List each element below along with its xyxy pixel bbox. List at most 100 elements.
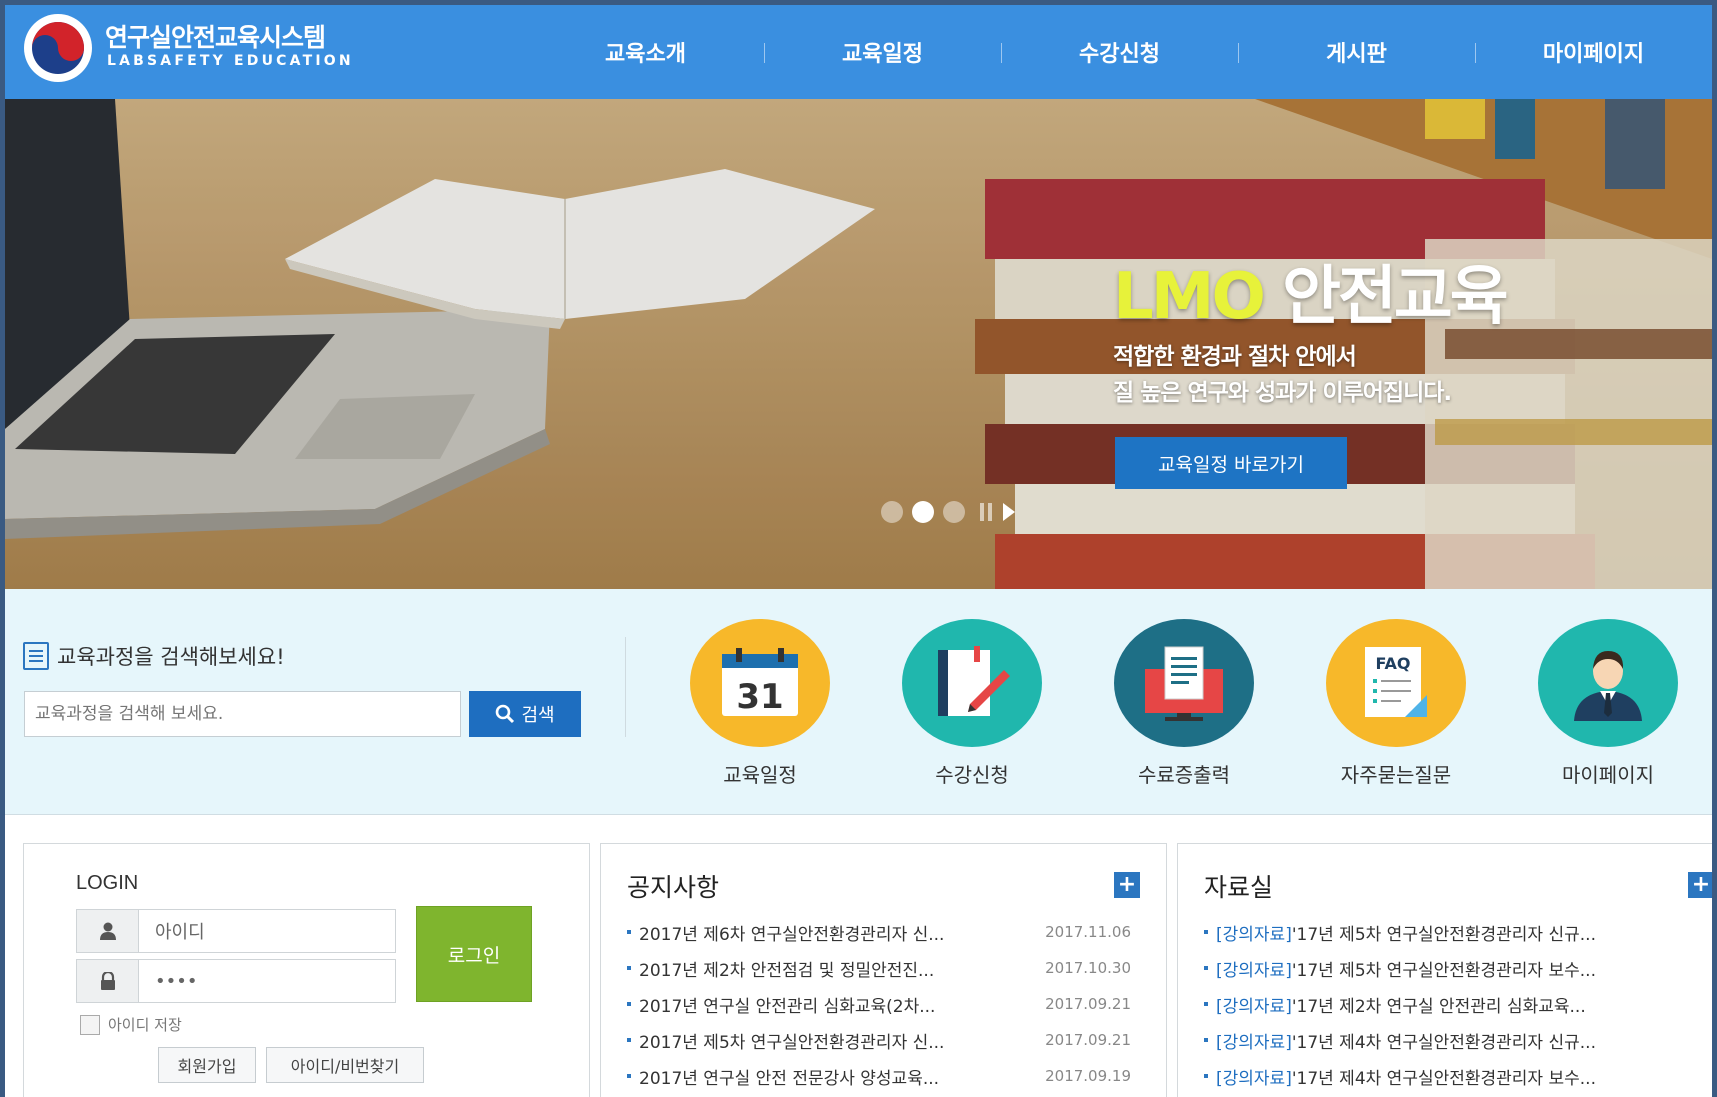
library-item[interactable]: [강의자료] '17년 제5차 연구실안전환경관리자 신규... bbox=[1204, 914, 1596, 950]
quick-menu-band: 교육과정을 검색해보세요! 검색 31 교육일정 bbox=[5, 589, 1712, 815]
library-item[interactable]: [강의자료] '17년 제4차 연구실안전환경관리자 보수... bbox=[1204, 1058, 1596, 1094]
quick-link-certificate-label: 수료증출력 bbox=[1138, 763, 1230, 787]
site-header: 연구실안전교육시스템 LABSAFETY EDUCATION 교육소개 교육일정… bbox=[5, 5, 1712, 99]
notice-item-date: 2017.11.06 bbox=[1045, 923, 1131, 941]
remember-id-checkbox[interactable] bbox=[80, 1014, 100, 1035]
quick-link-schedule[interactable]: 31 교육일정 bbox=[680, 619, 840, 788]
nav-item-schedule[interactable]: 교육일정 bbox=[764, 5, 1001, 99]
quick-link-mypage[interactable]: 마이페이지 bbox=[1528, 619, 1688, 788]
government-emblem-logo[interactable] bbox=[23, 13, 93, 83]
course-search-input[interactable] bbox=[24, 691, 461, 737]
document-list-icon bbox=[23, 642, 49, 670]
remember-id[interactable]: 아이디 저장 bbox=[80, 1014, 182, 1035]
notice-item-title[interactable]: 2017년 제5차 연구실안전환경관리자 신... bbox=[639, 1028, 1039, 1053]
bullet bbox=[1204, 930, 1208, 934]
login-panel: LOGIN 아이디 •••• 로그인 아이디 저장 회원가입 아이디/비번찾기 bbox=[23, 843, 590, 1097]
quick-link-registration-label: 수강신청 bbox=[935, 763, 1009, 787]
quick-link-schedule-label: 교육일정 bbox=[723, 763, 797, 787]
library-item[interactable]: [강의자료] '17년 제4차 연구실안전환경관리자 신규... bbox=[1204, 1022, 1596, 1058]
course-search-button-label: 검색 bbox=[521, 705, 555, 726]
quick-link-faq[interactable]: FAQ 자주묻는질문 bbox=[1316, 619, 1476, 788]
hero-desc-line2: 질 높은 연구와 성과가 이루어집니다. bbox=[1113, 380, 1452, 406]
library-item-title[interactable]: '17년 제4차 연구실안전환경관리자 신규... bbox=[1292, 1028, 1596, 1053]
library-more-button[interactable]: + bbox=[1688, 872, 1712, 898]
nav-item-registration[interactable]: 수강신청 bbox=[1001, 5, 1238, 99]
search-icon bbox=[496, 704, 515, 724]
schedule-shortcut-button[interactable]: 교육일정 바로가기 bbox=[1115, 437, 1347, 489]
notice-item-date: 2017.09.19 bbox=[1045, 1067, 1131, 1085]
lock-icon bbox=[77, 960, 139, 1002]
site-title[interactable]: 연구실안전교육시스템 bbox=[105, 18, 326, 54]
bullet bbox=[627, 930, 631, 934]
slide-dot-2[interactable] bbox=[912, 501, 934, 523]
login-id-value[interactable]: 아이디 bbox=[139, 910, 395, 952]
calendar-day: 31 bbox=[736, 677, 783, 717]
notice-item[interactable]: 2017년 제2차 안전점검 및 정밀안전진... 2017.10.30 bbox=[627, 950, 1131, 986]
nav-item-intro[interactable]: 교육소개 bbox=[527, 5, 764, 99]
bullet bbox=[1204, 966, 1208, 970]
login-password-value[interactable]: •••• bbox=[139, 960, 395, 1002]
calendar-icon: 31 bbox=[690, 619, 830, 747]
page: 연구실안전교육시스템 LABSAFETY EDUCATION 교육소개 교육일정… bbox=[5, 5, 1712, 1097]
notice-item-date: 2017.09.21 bbox=[1045, 995, 1131, 1013]
slide-dot-3[interactable] bbox=[943, 501, 965, 523]
hero-desc-line1: 적합한 환경과 절차 안에서 bbox=[1113, 344, 1357, 370]
remember-id-label: 아이디 저장 bbox=[108, 1016, 182, 1034]
hero-title: LMO 안전교육 bbox=[1113, 245, 1509, 337]
signup-button[interactable]: 회원가입 bbox=[158, 1047, 256, 1083]
pause-icon[interactable] bbox=[980, 503, 994, 521]
library-item-tag: [강의자료] bbox=[1216, 924, 1292, 945]
quick-link-certificate[interactable]: 수료증출력 bbox=[1104, 619, 1264, 788]
notice-item[interactable]: 2017년 연구실 안전 전문강사 양성교육... 2017.09.19 bbox=[627, 1058, 1131, 1094]
course-search-button[interactable]: 검색 bbox=[469, 691, 581, 737]
notice-list: 2017년 제6차 연구실안전환경관리자 신... 2017.11.06 2017… bbox=[627, 914, 1131, 1094]
site-subtitle: LABSAFETY EDUCATION bbox=[107, 53, 354, 69]
library-item-tag: [강의자료] bbox=[1216, 1068, 1292, 1089]
user-icon bbox=[77, 910, 139, 952]
bullet bbox=[627, 1038, 631, 1042]
library-panel: 자료실 + [강의자료] '17년 제5차 연구실안전환경관리자 신규... [강… bbox=[1177, 843, 1712, 1097]
library-item-title[interactable]: '17년 제4차 연구실안전환경관리자 보수... bbox=[1292, 1064, 1596, 1089]
bullet bbox=[1204, 1002, 1208, 1006]
slide-dot-1[interactable] bbox=[881, 501, 903, 523]
notice-item-title[interactable]: 2017년 연구실 안전관리 심화교육(2차... bbox=[639, 992, 1039, 1017]
library-item-title[interactable]: '17년 제2차 연구실 안전관리 심화교육... bbox=[1292, 992, 1586, 1017]
faq-icon: FAQ bbox=[1326, 619, 1466, 747]
notice-item-title[interactable]: 2017년 제2차 안전점검 및 정밀안전진... bbox=[639, 956, 1039, 981]
bullet bbox=[1204, 1074, 1208, 1078]
library-item[interactable]: [강의자료] '17년 제2차 연구실 안전관리 심화교육... bbox=[1204, 986, 1596, 1022]
quick-link-mypage-label: 마이페이지 bbox=[1562, 763, 1654, 787]
notice-item-date: 2017.10.30 bbox=[1045, 959, 1131, 977]
library-item-title[interactable]: '17년 제5차 연구실안전환경관리자 보수... bbox=[1292, 956, 1596, 981]
hero-banner: LMO 안전교육 적합한 환경과 절차 안에서 질 높은 연구와 성과가 이루어… bbox=[5, 99, 1712, 589]
notice-more-button[interactable]: + bbox=[1114, 872, 1140, 898]
notice-item-title[interactable]: 2017년 연구실 안전 전문강사 양성교육... bbox=[639, 1064, 1039, 1089]
hero-title-rest: 안전교육 bbox=[1282, 260, 1509, 334]
bullet bbox=[627, 966, 631, 970]
library-item-tag: [강의자료] bbox=[1216, 996, 1292, 1017]
notice-title: 공지사항 bbox=[627, 873, 720, 902]
quick-link-registration[interactable]: 수강신청 bbox=[892, 619, 1052, 788]
nav-item-board[interactable]: 게시판 bbox=[1238, 5, 1475, 99]
find-account-button[interactable]: 아이디/비번찾기 bbox=[266, 1047, 424, 1083]
login-id-field[interactable]: 아이디 bbox=[76, 909, 396, 953]
login-button[interactable]: 로그인 bbox=[416, 906, 532, 1002]
library-list: [강의자료] '17년 제5차 연구실안전환경관리자 신규... [강의자료] '1… bbox=[1204, 914, 1596, 1094]
notice-item[interactable]: 2017년 제6차 연구실안전환경관리자 신... 2017.11.06 bbox=[627, 914, 1131, 950]
play-icon[interactable] bbox=[1003, 503, 1015, 521]
band-divider bbox=[625, 637, 626, 737]
bullet bbox=[627, 1074, 631, 1078]
library-item[interactable]: [강의자료] '17년 제5차 연구실안전환경관리자 보수... bbox=[1204, 950, 1596, 986]
notice-item[interactable]: 2017년 제5차 연구실안전환경관리자 신... 2017.09.21 bbox=[627, 1022, 1131, 1058]
nav-item-mypage[interactable]: 마이페이지 bbox=[1475, 5, 1712, 99]
notice-item-title[interactable]: 2017년 제6차 연구실안전환경관리자 신... bbox=[639, 920, 1039, 945]
login-password-field[interactable]: •••• bbox=[76, 959, 396, 1003]
bullet bbox=[1204, 1038, 1208, 1042]
library-item-title[interactable]: '17년 제5차 연구실안전환경관리자 신규... bbox=[1292, 920, 1596, 945]
library-item-tag: [강의자료] bbox=[1216, 1032, 1292, 1053]
bullet bbox=[627, 1002, 631, 1006]
monitor-document-icon bbox=[1114, 619, 1254, 747]
notice-item-date: 2017.09.21 bbox=[1045, 1031, 1131, 1049]
notice-item[interactable]: 2017년 연구실 안전관리 심화교육(2차... 2017.09.21 bbox=[627, 986, 1131, 1022]
person-icon bbox=[1538, 619, 1678, 747]
